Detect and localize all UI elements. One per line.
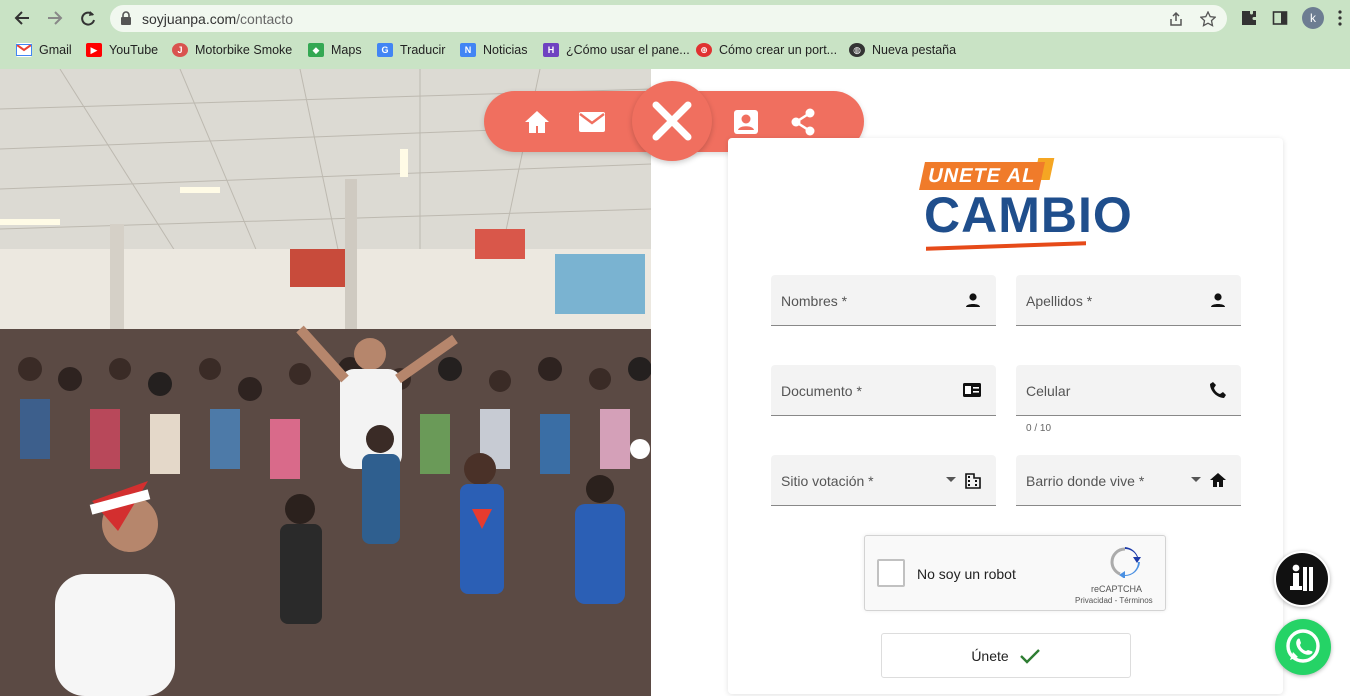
nav-close-button[interactable] bbox=[632, 81, 712, 161]
panel-icon: H bbox=[543, 43, 559, 57]
bookmark-label: Noticias bbox=[483, 43, 528, 57]
arrow-right-icon bbox=[48, 11, 63, 25]
bookmark-label: Gmail bbox=[39, 43, 72, 57]
close-icon bbox=[652, 101, 692, 141]
mail-icon bbox=[579, 112, 605, 132]
bookmark-gmail[interactable]: Gmail bbox=[16, 41, 72, 59]
chevron-down-icon bbox=[1191, 477, 1201, 482]
bookmark-portfolio[interactable]: ⊕ Cómo crear un port... bbox=[696, 41, 837, 59]
bookmark-motorbike-smoke[interactable]: J Motorbike Smoke bbox=[172, 41, 292, 59]
signup-form-card: UNETE AL CAMBIO Nombres * Apellidos * Do… bbox=[728, 138, 1283, 694]
sidepanel-icon[interactable] bbox=[1269, 7, 1291, 29]
bookmark-maps[interactable]: ◆ Maps bbox=[308, 41, 362, 59]
portfolio-icon: ⊕ bbox=[696, 43, 712, 57]
sitio-votacion-select[interactable]: Sitio votación * bbox=[771, 455, 996, 506]
nav-share-button[interactable] bbox=[788, 107, 818, 137]
bookmark-label: Nueva pestaña bbox=[872, 43, 957, 57]
home-icon bbox=[1210, 473, 1226, 487]
sitio-label: Sitio votación * bbox=[781, 473, 874, 489]
bookmark-panel[interactable]: H ¿Cómo usar el pane... bbox=[543, 41, 690, 59]
documento-field[interactable]: Documento * bbox=[771, 365, 996, 416]
share-page-icon[interactable] bbox=[1168, 11, 1188, 27]
apellidos-label: Apellidos * bbox=[1026, 293, 1093, 309]
translate-icon: G bbox=[377, 43, 393, 57]
bookmark-label: Traducir bbox=[400, 43, 446, 57]
menu-kebab-icon[interactable] bbox=[1334, 7, 1346, 29]
bookmarks-bar: Gmail ▶ YouTube J Motorbike Smoke ◆ Maps… bbox=[0, 38, 1350, 62]
accessibility-icon bbox=[1290, 564, 1313, 591]
news-icon: N bbox=[460, 43, 476, 57]
nombres-label: Nombres * bbox=[781, 293, 848, 309]
whatsapp-button[interactable] bbox=[1275, 619, 1331, 675]
arrow-left-icon bbox=[14, 11, 29, 25]
bookmark-label: Maps bbox=[331, 43, 362, 57]
bookmark-nueva-pestana[interactable]: ◍ Nueva pestaña bbox=[849, 41, 956, 59]
bookmark-star-icon[interactable] bbox=[1199, 10, 1220, 27]
unete-al-cambio-logo: UNETE AL CAMBIO bbox=[919, 156, 1132, 251]
celular-field[interactable]: Celular bbox=[1016, 365, 1241, 416]
bookmark-label: Motorbike Smoke bbox=[195, 43, 293, 57]
person-icon bbox=[1211, 293, 1225, 307]
globe-icon: ◍ bbox=[849, 43, 865, 57]
share-icon bbox=[791, 108, 815, 136]
lock-icon bbox=[121, 11, 131, 25]
forward-button[interactable] bbox=[43, 6, 67, 30]
barrio-label: Barrio donde vive * bbox=[1026, 473, 1145, 489]
captcha-checkbox[interactable] bbox=[877, 559, 905, 587]
hero-photo bbox=[0, 69, 651, 696]
unete-submit-button[interactable]: Únete bbox=[881, 633, 1131, 678]
home-icon bbox=[525, 111, 549, 133]
captcha-label: No soy un robot bbox=[917, 566, 1016, 582]
url-text: soyjuanpa.com/contacto bbox=[142, 11, 293, 27]
recaptcha-widget: No soy un robot reCAPTCHA Privacidad - T… bbox=[864, 535, 1166, 611]
captcha-brand: reCAPTCHA bbox=[1091, 584, 1143, 594]
nav-mail-button[interactable] bbox=[577, 107, 607, 137]
reload-icon bbox=[81, 11, 95, 26]
celular-label: Celular bbox=[1026, 383, 1071, 399]
apellidos-field[interactable]: Apellidos * bbox=[1016, 275, 1241, 326]
bookmark-traducir[interactable]: G Traducir bbox=[377, 41, 445, 59]
url-host: soyjuanpa.com bbox=[142, 11, 237, 27]
whatsapp-icon bbox=[1286, 629, 1320, 663]
crowd-photo-illustration bbox=[0, 69, 651, 696]
submit-label: Únete bbox=[971, 647, 1009, 664]
captcha-links[interactable]: Privacidad - Términos bbox=[1075, 596, 1153, 605]
address-bar[interactable]: soyjuanpa.com/contacto bbox=[110, 5, 1227, 32]
maps-icon: ◆ bbox=[308, 43, 324, 57]
back-button[interactable] bbox=[10, 6, 34, 30]
bookmark-label: Cómo crear un port... bbox=[719, 43, 838, 57]
checkmark-icon bbox=[1019, 648, 1040, 664]
bookmark-noticias[interactable]: N Noticias bbox=[460, 41, 527, 59]
bookmark-label: YouTube bbox=[109, 43, 159, 57]
phone-icon bbox=[1210, 382, 1226, 398]
nombres-field[interactable]: Nombres * bbox=[771, 275, 996, 326]
reload-button[interactable] bbox=[76, 6, 100, 30]
chevron-down-icon bbox=[946, 477, 956, 482]
logo-line2: CAMBIO bbox=[924, 187, 1133, 243]
documento-label: Documento * bbox=[781, 383, 862, 399]
motorbike-smoke-icon: J bbox=[172, 43, 188, 57]
nav-home-button[interactable] bbox=[522, 107, 552, 137]
nav-contact-button[interactable] bbox=[731, 107, 761, 137]
url-path: /contacto bbox=[236, 11, 293, 27]
building-icon bbox=[965, 473, 981, 489]
accessibility-button[interactable] bbox=[1274, 551, 1330, 607]
recaptcha-logo-icon bbox=[1110, 547, 1141, 578]
barrio-select[interactable]: Barrio donde vive * bbox=[1016, 455, 1241, 506]
gmail-icon bbox=[16, 43, 32, 57]
contact-icon bbox=[734, 110, 758, 134]
person-icon bbox=[966, 293, 980, 307]
bookmark-youtube[interactable]: ▶ YouTube bbox=[86, 41, 158, 59]
browser-toolbar: soyjuanpa.com/contacto k bbox=[0, 0, 1350, 36]
extensions-icon[interactable] bbox=[1238, 7, 1260, 29]
id-card-icon bbox=[963, 383, 981, 397]
browser-chrome: soyjuanpa.com/contacto k Gmail ▶ YouTube bbox=[0, 0, 1350, 69]
celular-char-counter: 0 / 10 bbox=[1026, 423, 1052, 434]
avatar[interactable]: k bbox=[1302, 7, 1324, 29]
bookmark-label: ¿Cómo usar el pane... bbox=[566, 43, 690, 57]
youtube-icon: ▶ bbox=[86, 43, 102, 57]
